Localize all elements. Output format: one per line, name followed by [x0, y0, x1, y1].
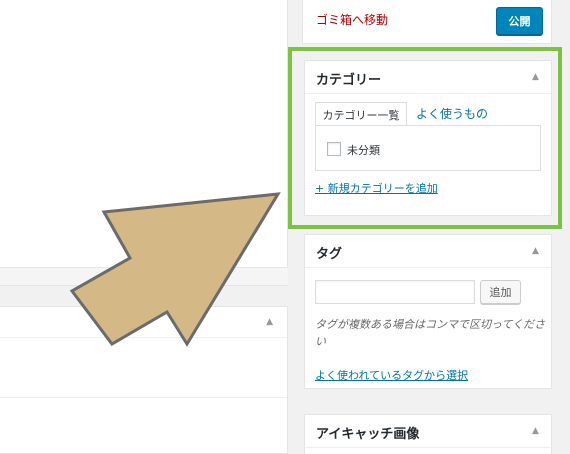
tags-toggle-icon[interactable]: ▲: [532, 246, 539, 256]
tags-title: タグ: [316, 247, 343, 262]
publish-button[interactable]: 公開: [496, 7, 543, 35]
editor-area: [0, 0, 288, 268]
editor-status-strip: [0, 268, 288, 286]
tag-hint-text: タグが複数ある場合はコンマで区切ってください: [315, 318, 546, 349]
new-tag-input[interactable]: [315, 280, 475, 304]
highlight-frame: [288, 47, 562, 229]
editor-metabox: ▲: [0, 306, 288, 454]
metabox-toggle-icon[interactable]: ▲: [266, 317, 273, 327]
featured-image-toggle-icon[interactable]: ▲: [532, 426, 539, 436]
add-tag-button[interactable]: 追加: [480, 280, 521, 304]
featured-image-divider: [305, 447, 551, 448]
move-to-trash-link[interactable]: ゴミ箱へ移動: [316, 11, 388, 28]
metabox-divider: [0, 397, 287, 398]
tags-divider: [305, 267, 551, 268]
metabox-divider: [0, 337, 287, 338]
choose-popular-tags-link[interactable]: よく使われているタグから選択: [315, 367, 468, 383]
featured-image-title: アイキャッチ画像: [316, 427, 420, 442]
